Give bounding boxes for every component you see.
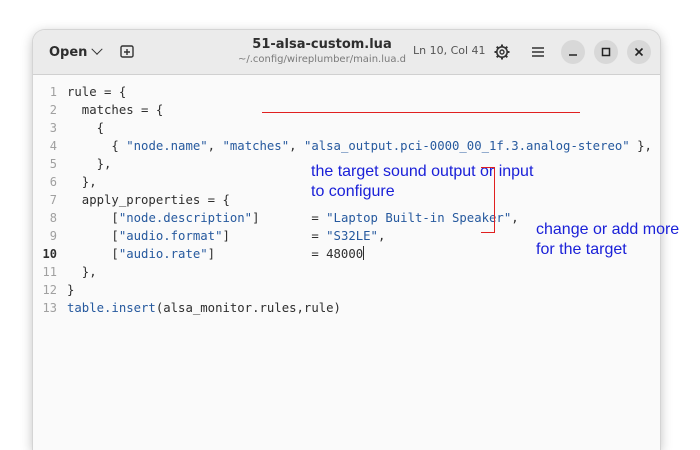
line-number: 4 <box>49 139 57 153</box>
maximize-icon <box>601 47 611 57</box>
code-token: [ <box>67 229 119 243</box>
code-editor[interactable]: 1 2 3 4 5 6 7 8 9 10 11 12 13 rule = { matches = { {… <box>33 75 660 450</box>
code-line[interactable]: { "node.name", "matches", "alsa_output.p… <box>67 137 652 155</box>
window-title: 51-alsa-custom.lua <box>252 37 392 52</box>
code-line[interactable]: } <box>67 281 652 299</box>
line-number: 9 <box>49 229 57 243</box>
code-token: ] = 48000 <box>207 247 364 261</box>
main-menu-button[interactable] <box>527 41 549 63</box>
code-string-token: "S32LE" <box>326 229 378 243</box>
line-number: 3 <box>49 121 57 135</box>
code-token: [ <box>67 247 119 261</box>
properties-bracket-marker <box>481 167 495 233</box>
line-number: 1 <box>49 85 57 99</box>
code-token: , <box>377 229 386 243</box>
code-token: matches = { <box>67 103 164 117</box>
code-token: [ <box>67 211 119 225</box>
cursor-position[interactable]: Ln 10, Col 41 <box>413 44 486 57</box>
close-button[interactable] <box>627 40 651 64</box>
target-underline-marker <box>262 112 580 113</box>
line-number: 7 <box>49 193 57 207</box>
chevron-down-icon <box>91 43 104 55</box>
code-string-token: "matches" <box>222 139 290 153</box>
window-subtitle: ~/.config/wireplumber/main.lua.d <box>237 54 407 65</box>
line-number-gutter: 1 2 3 4 5 6 7 8 9 10 11 12 13 <box>33 83 57 317</box>
line-number: 10 <box>42 247 57 261</box>
code-string-token: "node.description" <box>118 211 253 225</box>
code-token: { <box>67 121 105 135</box>
code-token: }, <box>629 139 652 153</box>
line-number: 13 <box>42 301 57 315</box>
code-token: }, <box>67 265 97 279</box>
line-number: 8 <box>49 211 57 225</box>
open-button[interactable]: Open <box>43 39 107 65</box>
code-line[interactable]: { <box>67 119 652 137</box>
open-button-label: Open <box>49 44 88 60</box>
code-line[interactable]: table.insert(alsa_monitor.rules,rule) <box>67 299 652 317</box>
new-tab-icon <box>120 45 134 58</box>
code-token: { <box>67 139 127 153</box>
code-token: (alsa_monitor.rules,rule) <box>155 301 341 315</box>
code-line[interactable]: rule = { <box>67 83 652 101</box>
code-token: apply_properties = { <box>67 193 230 207</box>
code-line[interactable]: matches = { <box>67 101 652 119</box>
line-number: 5 <box>49 157 57 171</box>
code-line[interactable]: }, <box>67 263 652 281</box>
hamburger-menu-icon <box>532 47 544 57</box>
code-token: table.insert <box>67 301 156 315</box>
gear-icon <box>494 44 510 60</box>
code-token: , <box>289 139 304 153</box>
text-cursor <box>363 246 365 260</box>
code-token: ] = <box>222 229 327 243</box>
code-token: }, <box>67 175 97 189</box>
code-token: , <box>207 139 223 153</box>
annotation-change-text: change or add more for the target <box>536 220 679 260</box>
annotation-target-line2: to configure <box>311 183 395 200</box>
code-string-token: "alsa_output.pci-0000_00_1f.3.analog-ste… <box>303 139 630 153</box>
code-string-token: "audio.rate" <box>118 247 208 261</box>
code-token: }, <box>67 157 112 171</box>
header-bar: Open 51-alsa-custom.lua ~/.config/wirepl… <box>33 30 660 75</box>
code-token: ] = <box>252 211 327 225</box>
minimize-button[interactable] <box>561 40 585 64</box>
code-token: , <box>511 211 519 225</box>
annotation-change-line1: change or add more <box>536 221 680 238</box>
code-string-token: "audio.format" <box>118 229 223 243</box>
annotation-target-line1: the target sound output or input <box>311 163 534 180</box>
annotation-target-text: the target sound output or input to conf… <box>311 162 533 202</box>
code-string-token: "node.name" <box>126 139 208 153</box>
code-token: } <box>67 283 75 297</box>
minimize-icon <box>569 54 577 56</box>
line-number: 12 <box>42 283 57 297</box>
settings-button[interactable] <box>491 41 513 63</box>
close-icon <box>634 47 644 57</box>
annotation-change-line2: for the target <box>536 241 627 258</box>
line-number: 11 <box>42 265 57 279</box>
code-token: rule = { <box>67 85 127 99</box>
line-number: 6 <box>49 175 57 189</box>
maximize-button[interactable] <box>594 40 618 64</box>
new-tab-button[interactable] <box>117 41 137 61</box>
window-title-block: 51-alsa-custom.lua ~/.config/wireplumber… <box>208 36 436 66</box>
line-number: 2 <box>49 103 57 117</box>
